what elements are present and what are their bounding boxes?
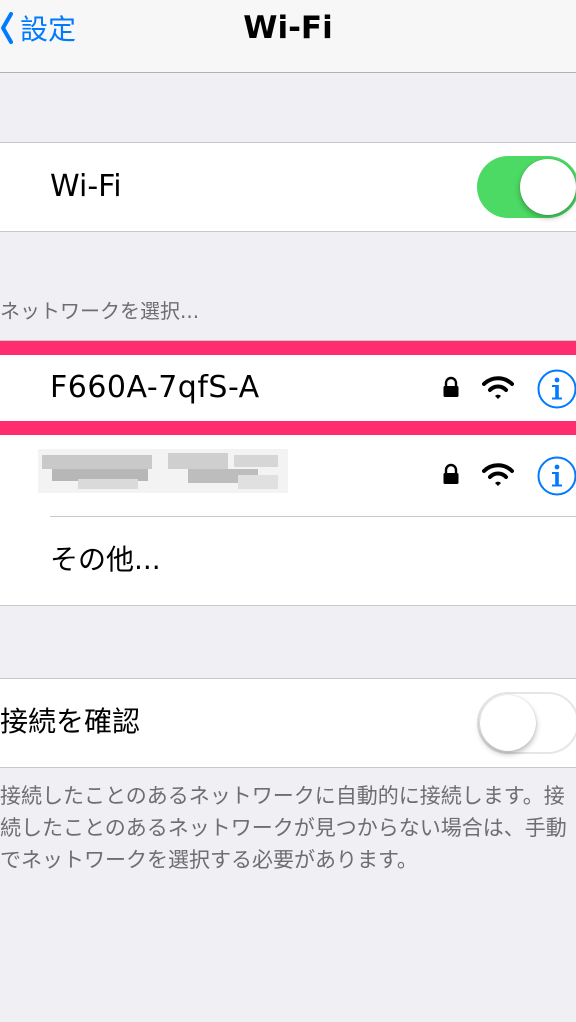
- wifi-signal-icon: [482, 376, 514, 399]
- ask-to-join-label: 接続を確認: [0, 705, 141, 738]
- info-icon[interactable]: [536, 368, 576, 410]
- networks-group: F660A-7qfS-A その他...: [0, 340, 576, 606]
- lock-icon: [443, 463, 459, 484]
- ask-to-join-row: 接続を確認: [0, 679, 576, 767]
- page-title: Wi-Fi: [243, 10, 333, 46]
- wifi-label: Wi-Fi: [50, 169, 122, 204]
- wifi-row: Wi-Fi: [0, 143, 576, 231]
- wifi-signal-icon: [482, 463, 514, 486]
- wifi-toggle-group: Wi-Fi: [0, 142, 576, 232]
- info-icon[interactable]: [536, 455, 576, 497]
- network-row-blurred[interactable]: [0, 435, 576, 517]
- ask-to-join-toggle[interactable]: [477, 692, 576, 754]
- network-row-highlighted[interactable]: F660A-7qfS-A: [0, 341, 576, 435]
- toggle-knob: [480, 695, 536, 751]
- navigation-bar: 設定 Wi-Fi: [0, 0, 576, 73]
- toggle-knob: [520, 159, 576, 215]
- networks-section-header: ネットワークを選択...: [0, 299, 200, 323]
- ask-to-join-description: 接続したことのあるネットワークに自動的に接続します。接続したことのあるネットワー…: [0, 784, 567, 872]
- lock-icon: [443, 376, 459, 397]
- ask-to-join-group: 接続を確認: [0, 678, 576, 768]
- other-network-row[interactable]: その他...: [0, 517, 576, 605]
- network-ssid: F660A-7qfS-A: [50, 370, 260, 405]
- wifi-toggle[interactable]: [477, 156, 576, 218]
- highlight-bar-bottom: [0, 421, 576, 435]
- other-label: その他...: [50, 543, 161, 576]
- highlight-bar-top: [0, 341, 576, 355]
- blurred-ssid: [38, 449, 288, 493]
